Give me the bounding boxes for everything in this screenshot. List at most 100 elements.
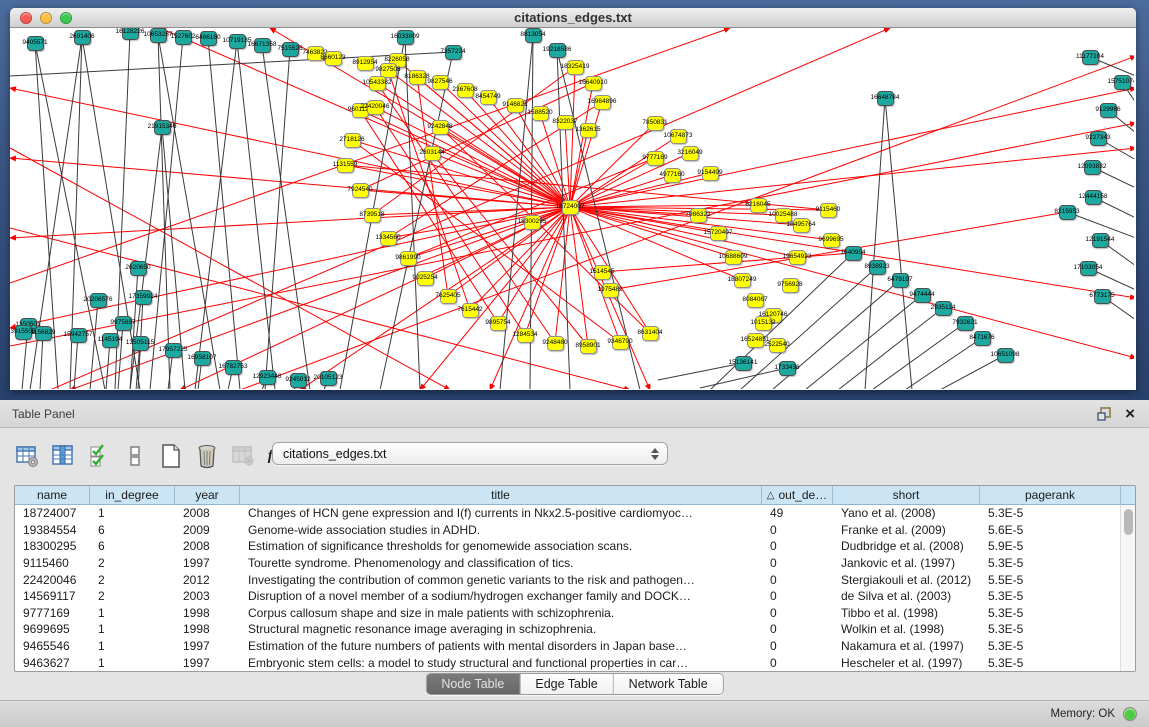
graph-node[interactable]: 2803144: [424, 146, 441, 161]
graph-node[interactable]: 16958107: [194, 351, 211, 366]
graph-node[interactable]: 9474444: [914, 288, 931, 303]
graph-node[interactable]: 2935114: [935, 301, 952, 316]
table-row[interactable]: 1938455462009Genome-wide association stu…: [15, 522, 1135, 539]
graph-node[interactable]: 10674873: [670, 129, 687, 144]
graph-node[interactable]: 9346790: [612, 335, 629, 350]
graph-node[interactable]: 16128226: [122, 28, 139, 40]
float-panel-icon[interactable]: [1097, 406, 1113, 422]
graph-node[interactable]: 1640954: [845, 246, 862, 261]
graph-node[interactable]: 8813054: [525, 28, 542, 43]
graph-node[interactable]: 1131559: [337, 158, 354, 173]
graph-node[interactable]: 1334560: [380, 231, 397, 246]
graph-node[interactable]: 16524851: [747, 333, 764, 348]
graph-node[interactable]: 20206576: [90, 293, 107, 308]
graph-node[interactable]: 18724007: [562, 200, 579, 215]
graph-node[interactable]: 9245012: [290, 373, 307, 388]
graph-node[interactable]: 6466160: [200, 31, 217, 46]
graph-node[interactable]: 7615442: [462, 303, 479, 318]
graph-node[interactable]: 16033809: [397, 30, 414, 45]
close-panel-icon[interactable]: ×: [1125, 405, 1135, 422]
graph-node[interactable]: 17103054: [1080, 261, 1097, 276]
column-header-out_de[interactable]: △out_de…: [762, 486, 833, 504]
graph-node[interactable]: 1975482: [602, 283, 619, 298]
graph-node[interactable]: 12093832: [1084, 160, 1101, 175]
graph-node[interactable]: 9699695: [823, 233, 840, 248]
table-row[interactable]: 969969511998Structural magnetic resonanc…: [15, 621, 1135, 638]
graph-node[interactable]: 10719135: [229, 34, 246, 49]
graph-node[interactable]: 3216049: [682, 146, 699, 161]
graph-node[interactable]: 9242848: [432, 120, 449, 135]
column-header-pagerank[interactable]: pagerank: [980, 486, 1121, 504]
table-row[interactable]: 1872400712008Changes of HCN gene express…: [15, 505, 1135, 522]
graph-node[interactable]: 1733436: [779, 361, 796, 376]
graph-node[interactable]: 1284534: [517, 328, 534, 343]
graph-node[interactable]: 18807249: [734, 273, 751, 288]
graph-node[interactable]: 6773175: [1094, 289, 1111, 304]
graph-node[interactable]: 9146821: [507, 98, 524, 113]
graph-node[interactable]: 7924540: [352, 183, 369, 198]
graph-node[interactable]: 1362615: [580, 123, 597, 138]
graph-node[interactable]: 8660123: [325, 51, 342, 66]
graph-node[interactable]: 8322037: [557, 115, 574, 130]
column-header-short[interactable]: short: [833, 486, 980, 504]
graph-node[interactable]: 8912954: [357, 56, 374, 71]
graph-node[interactable]: 19654923: [789, 250, 806, 265]
graph-node[interactable]: 16648784: [877, 91, 894, 106]
graph-node[interactable]: 18495764: [793, 218, 810, 233]
graph-node[interactable]: 1156829: [35, 326, 52, 341]
graph-node[interactable]: 16640910: [585, 76, 602, 91]
graph-node[interactable]: 18325419: [567, 60, 584, 75]
graph-node[interactable]: 8958901: [580, 339, 597, 354]
graph-node[interactable]: 9975887: [115, 316, 132, 331]
graph-node[interactable]: 15942757: [70, 328, 87, 343]
graph-node[interactable]: 2620650: [130, 261, 147, 276]
memory-status-indicator[interactable]: [1123, 707, 1137, 721]
graph-node[interactable]: 1527602: [175, 30, 192, 45]
graph-node[interactable]: 9405571: [27, 36, 44, 51]
graph-node[interactable]: 2691406: [74, 30, 91, 45]
graph-node[interactable]: 9129966: [1100, 103, 1117, 118]
graph-node[interactable]: 8739518: [364, 208, 381, 223]
graph-node[interactable]: 15720407: [710, 226, 727, 241]
graph-node[interactable]: 1588520: [532, 106, 549, 121]
column-header-year[interactable]: year: [175, 486, 240, 504]
graph-node[interactable]: 3915505: [15, 325, 32, 340]
table-mode-icon[interactable]: [14, 443, 40, 469]
graph-node[interactable]: 8186328: [409, 70, 426, 85]
graph-node[interactable]: 17957225: [165, 343, 182, 358]
column-header-title[interactable]: title: [240, 486, 762, 504]
graph-node[interactable]: 7850831: [647, 116, 664, 131]
tab-edge-table[interactable]: Edge Table: [520, 674, 613, 694]
show-columns-icon[interactable]: [50, 443, 76, 469]
graph-node[interactable]: 8215953: [1059, 205, 1076, 220]
table-row[interactable]: 946554611997Estimation of the future num…: [15, 638, 1135, 655]
tab-node-table[interactable]: Node Table: [426, 674, 520, 694]
graph-node[interactable]: 16964896: [594, 95, 611, 110]
column-header-in_degree[interactable]: in_degree: [90, 486, 175, 504]
scrollbar-thumb[interactable]: [1124, 509, 1133, 535]
graph-node[interactable]: 1145194: [102, 333, 119, 348]
graph-node[interactable]: 12444158: [1085, 190, 1102, 205]
graph-node[interactable]: 11177104: [1082, 50, 1099, 65]
graph-node[interactable]: 10651098: [997, 348, 1014, 363]
graph-node[interactable]: 9777169: [647, 151, 664, 166]
graph-node[interactable]: 12923448: [259, 370, 276, 385]
graph-node[interactable]: 8938923: [869, 260, 886, 275]
graph-node[interactable]: 6216045: [750, 198, 767, 213]
graph-node[interactable]: 22420046: [367, 100, 384, 115]
graph-node[interactable]: 10543382: [369, 76, 386, 91]
table-row[interactable]: 1456911722003Disruption of a novel membe…: [15, 588, 1135, 605]
clear-selection-icon[interactable]: [122, 443, 148, 469]
graph-node[interactable]: 15751074: [1114, 75, 1131, 90]
graph-node[interactable]: 20105123: [320, 371, 337, 386]
graph-node[interactable]: 9025254: [417, 271, 434, 286]
graph-node[interactable]: 10688609: [725, 250, 742, 265]
graph-node[interactable]: 7357224: [445, 45, 462, 60]
graph-node[interactable]: 1015132: [755, 316, 772, 331]
graph-node[interactable]: 16671358: [254, 38, 271, 53]
graph-node[interactable]: 2367608: [457, 83, 474, 98]
graph-node[interactable]: 9895754: [490, 316, 507, 331]
graph-node[interactable]: 21915346: [154, 120, 171, 135]
graph-node[interactable]: 19218586: [549, 43, 566, 58]
graph-node[interactable]: 9827546: [432, 75, 449, 90]
